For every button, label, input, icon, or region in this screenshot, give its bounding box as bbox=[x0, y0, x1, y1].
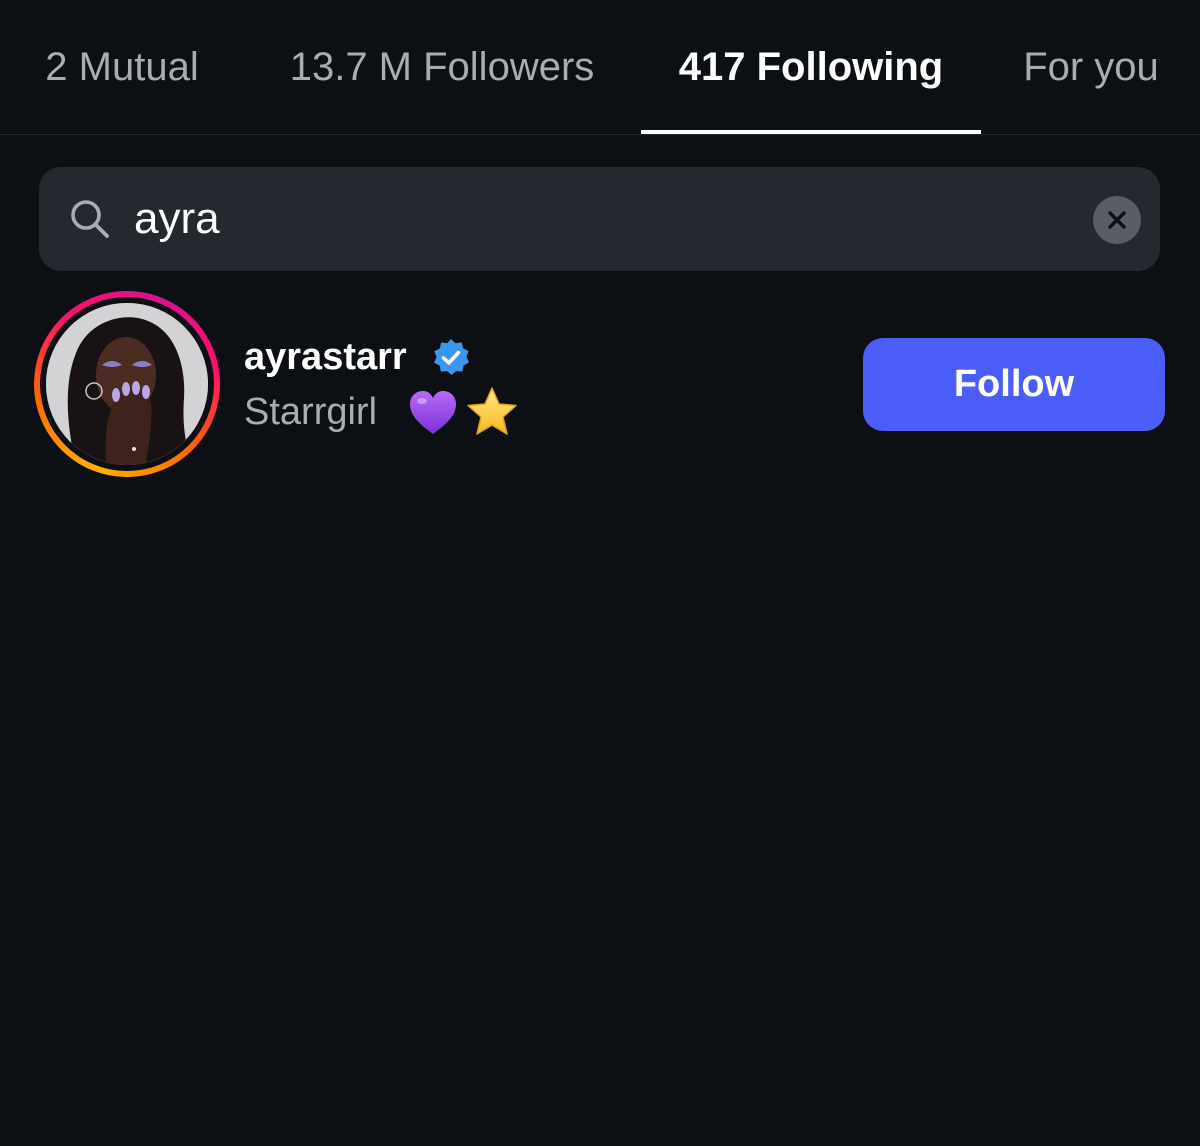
username[interactable]: ayrastarr bbox=[244, 334, 407, 380]
verified-badge-icon bbox=[434, 339, 469, 375]
tab-following[interactable]: 417 Following bbox=[641, 0, 981, 134]
bio-text: Starrgirl bbox=[244, 391, 378, 433]
search-input[interactable] bbox=[134, 186, 1064, 252]
story-ring[interactable] bbox=[34, 291, 220, 477]
search-icon bbox=[71, 200, 109, 238]
avatar bbox=[46, 303, 208, 465]
avatar-image bbox=[46, 303, 208, 465]
follow-button[interactable]: Follow bbox=[863, 338, 1165, 431]
star-icon bbox=[467, 387, 517, 435]
close-icon bbox=[1108, 211, 1126, 229]
tab-for-you-label: For you bbox=[1023, 44, 1159, 89]
tab-following-label: 417 Following bbox=[678, 44, 944, 89]
tab-followers[interactable]: 13.7 M Followers bbox=[254, 0, 630, 134]
purple-heart-icon bbox=[410, 391, 456, 434]
tab-followers-label: 13.7 M Followers bbox=[289, 44, 595, 89]
tab-mutual[interactable]: 2 Mutual bbox=[10, 0, 234, 134]
tab-mutual-label: 2 Mutual bbox=[45, 44, 199, 89]
clear-search-button[interactable] bbox=[1093, 196, 1141, 244]
tab-for-you[interactable]: For you bbox=[996, 0, 1186, 134]
following-screen: 2 Mutual 13.7 M Followers 417 Following … bbox=[0, 0, 1200, 1146]
tab-bar: 2 Mutual 13.7 M Followers 417 Following … bbox=[0, 0, 1200, 135]
